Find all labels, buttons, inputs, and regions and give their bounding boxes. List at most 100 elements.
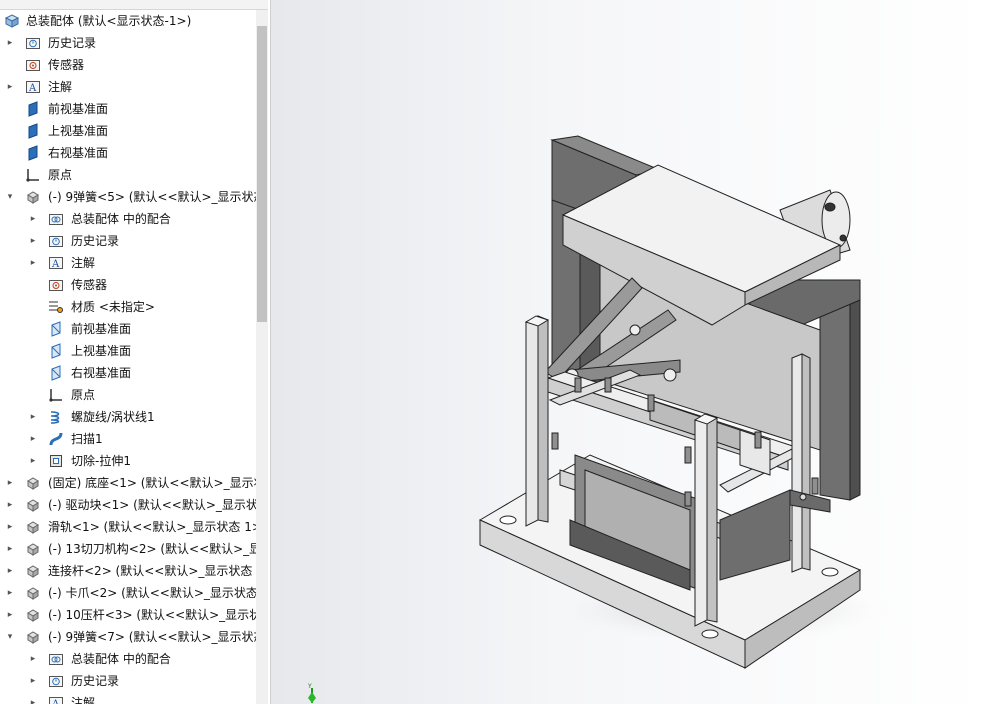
- tree-item-label: 总装配体 中的配合: [71, 212, 171, 226]
- expand-arrow-icon[interactable]: ▸: [5, 472, 15, 494]
- tree-item-label: 历史记录: [71, 234, 120, 248]
- sensor-folder-icon: [48, 277, 64, 293]
- plane-outline-icon: [48, 343, 64, 359]
- tree-item[interactable]: ▸ 总装配体 中的配合: [0, 648, 256, 670]
- expand-arrow-icon[interactable]: ▸: [28, 406, 38, 428]
- tree-item[interactable]: ▾ (-) 9弹簧<7> (默认<<默认>_显示状态: [0, 626, 256, 648]
- tree-item-label: 扫描1: [71, 432, 103, 446]
- tree-item[interactable]: ▾ (-) 9弹簧<5> (默认<<默认>_显示状态: [0, 186, 256, 208]
- tree-item-label: (固定) 底座<1> (默认<<默认>_显示状: [48, 476, 256, 490]
- expand-arrow-icon[interactable]: ▸: [5, 494, 15, 516]
- tree-item-label: 材质 <未指定>: [71, 300, 155, 314]
- tree-item-label: 传感器: [48, 58, 85, 72]
- helix-icon: [48, 409, 64, 425]
- expand-arrow-icon[interactable]: ▸: [5, 560, 15, 582]
- expand-arrow-icon[interactable]: ▸: [5, 604, 15, 626]
- graphics-viewport[interactable]: [271, 0, 988, 704]
- tree-item[interactable]: 上视基准面: [0, 120, 256, 142]
- collapse-arrow-icon[interactable]: ▾: [5, 186, 15, 208]
- sweep-icon: [48, 431, 64, 447]
- tree-item-label: 螺旋线/涡状线1: [71, 410, 155, 424]
- tree-item[interactable]: 原点: [0, 384, 256, 406]
- expand-arrow-icon[interactable]: ▸: [5, 516, 15, 538]
- svg-text:A: A: [51, 699, 60, 704]
- tree-item[interactable]: ▸ (-) 13切刀机构<2> (默认<<默认>_显: [0, 538, 256, 560]
- tree-item[interactable]: ▸ 历史记录: [0, 230, 256, 252]
- plane-icon: [25, 123, 41, 139]
- tree-item[interactable]: ▸ 螺旋线/涡状线1: [0, 406, 256, 428]
- expand-arrow-icon[interactable]: ▸: [5, 582, 15, 604]
- expand-arrow-icon[interactable]: ▸: [28, 252, 38, 274]
- tree-item[interactable]: 原点: [0, 164, 256, 186]
- expand-arrow-icon[interactable]: ▸: [5, 76, 15, 98]
- tree-item[interactable]: 右视基准面: [0, 142, 256, 164]
- tree-scrollbar-thumb[interactable]: [257, 26, 267, 322]
- tree-item[interactable]: ▸ A 注解: [0, 692, 256, 704]
- tree-item[interactable]: ▸ 历史记录: [0, 670, 256, 692]
- tree-item-label: 前视基准面: [71, 322, 132, 336]
- tree-item-label: (-) 9弹簧<7> (默认<<默认>_显示状态: [48, 630, 256, 644]
- tree-item-label: 注解: [71, 696, 96, 704]
- expand-arrow-icon[interactable]: ▸: [28, 428, 38, 450]
- tree-item-label: 注解: [71, 256, 96, 270]
- history-folder-icon: [48, 233, 64, 249]
- tree-item[interactable]: ▸ 连接杆<2> (默认<<默认>_显示状态 1: [0, 560, 256, 582]
- tree-item[interactable]: 右视基准面: [0, 362, 256, 384]
- feature-manager-tree: 总装配体 (默认<显示状态-1>) ▸ 历史记录 传感器 ▸ A 注解 前视基准面 上视基准面右…: [0, 0, 271, 704]
- expand-arrow-icon[interactable]: ▸: [28, 692, 38, 704]
- tree-item-label: 上视基准面: [71, 344, 132, 358]
- tree-item-label: (-) 9弹簧<5> (默认<<默认>_显示状态: [48, 190, 256, 204]
- tree-item[interactable]: ▸ A 注解: [0, 76, 256, 98]
- assembly-icon: [4, 13, 20, 29]
- tree-item[interactable]: 传感器: [0, 54, 256, 76]
- plane-icon: [25, 101, 41, 117]
- tree-item-label: (-) 卡爪<2> (默认<<默认>_显示状态: [48, 586, 256, 600]
- tree-item[interactable]: 传感器: [0, 274, 256, 296]
- plane-outline-icon: [48, 365, 64, 381]
- expand-arrow-icon[interactable]: ▸: [28, 450, 38, 472]
- material-icon: [48, 299, 64, 315]
- expand-arrow-icon[interactable]: ▸: [5, 32, 15, 54]
- tree-item-label: 历史记录: [48, 36, 97, 50]
- tree-item[interactable]: ▸ (-) 10压杆<3> (默认<<默认>_显示状态: [0, 604, 256, 626]
- history-folder-icon: [25, 35, 41, 51]
- plane-outline-icon: [48, 321, 64, 337]
- tree-item[interactable]: 上视基准面: [0, 340, 256, 362]
- expand-arrow-icon[interactable]: ▸: [28, 230, 38, 252]
- part-icon: [25, 189, 41, 205]
- tree-item-label: 原点: [71, 388, 96, 402]
- tree-item[interactable]: ▸ 切除-拉伸1: [0, 450, 256, 472]
- tree-item[interactable]: ▸ 历史记录: [0, 32, 256, 54]
- collapse-arrow-icon[interactable]: ▾: [5, 626, 15, 648]
- svg-text:A: A: [28, 83, 37, 94]
- expand-arrow-icon[interactable]: ▸: [5, 538, 15, 560]
- tree-item[interactable]: ▸ (-) 卡爪<2> (默认<<默认>_显示状态: [0, 582, 256, 604]
- tree-item-label: 总装配体 中的配合: [71, 652, 171, 666]
- origin-icon: [48, 387, 64, 403]
- tree-item-label: 右视基准面: [71, 366, 132, 380]
- tree-item[interactable]: 材质 <未指定>: [0, 296, 256, 318]
- tree-item[interactable]: ▸ 总装配体 中的配合: [0, 208, 256, 230]
- expand-arrow-icon[interactable]: ▸: [28, 670, 38, 692]
- tree-item[interactable]: ▸ (固定) 底座<1> (默认<<默认>_显示状: [0, 472, 256, 494]
- history-folder-icon: [48, 673, 64, 689]
- assembly-model-3d[interactable]: [271, 0, 988, 704]
- tree-item-label: (-) 驱动块<1> (默认<<默认>_显示状: [48, 498, 256, 512]
- tree-item[interactable]: ▸ A 注解: [0, 252, 256, 274]
- tree-item-label: (-) 10压杆<3> (默认<<默认>_显示状态: [48, 608, 256, 622]
- cut-extrude-icon: [48, 453, 64, 469]
- tree-item[interactable]: ▸ (-) 驱动块<1> (默认<<默认>_显示状: [0, 494, 256, 516]
- part-icon: [25, 607, 41, 623]
- tree-item[interactable]: ▸ 滑轨<1> (默认<<默认>_显示状态 1>): [0, 516, 256, 538]
- expand-arrow-icon[interactable]: ▸: [28, 208, 38, 230]
- mates-folder-icon: [48, 211, 64, 227]
- tree-item[interactable]: 总装配体 (默认<显示状态-1>): [0, 10, 256, 32]
- axis-triad-icon: Y: [307, 683, 316, 703]
- tree-item-label: 连接杆<2> (默认<<默认>_显示状态 1: [48, 564, 256, 578]
- tree-item-label: 注解: [48, 80, 73, 94]
- annotation-folder-icon: A: [48, 255, 64, 271]
- tree-item[interactable]: 前视基准面: [0, 318, 256, 340]
- tree-item[interactable]: ▸ 扫描1: [0, 428, 256, 450]
- tree-item[interactable]: 前视基准面: [0, 98, 256, 120]
- expand-arrow-icon[interactable]: ▸: [28, 648, 38, 670]
